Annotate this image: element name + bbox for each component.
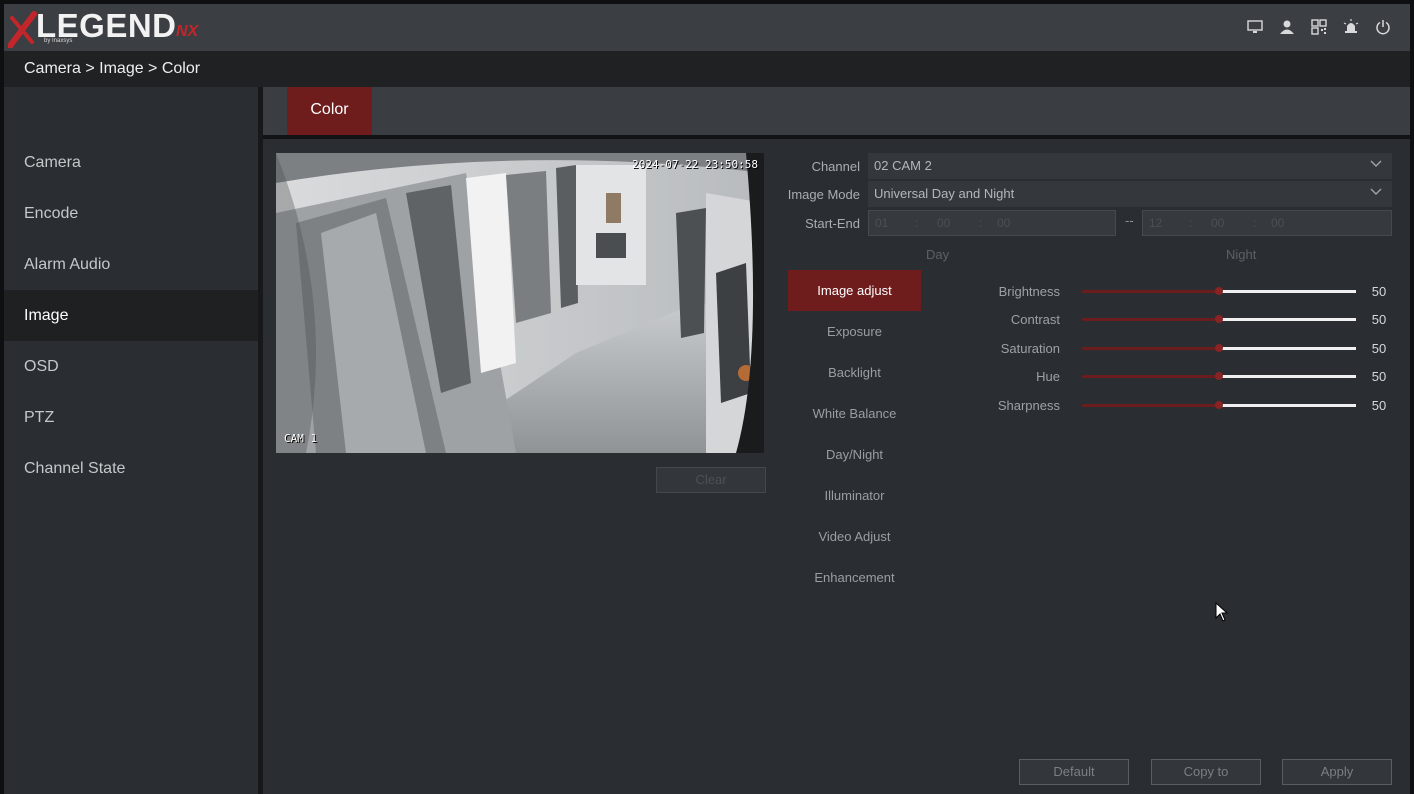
start-time-field[interactable]: 01 : 00 : 00 <box>868 210 1116 236</box>
slider-handle[interactable] <box>1215 401 1223 409</box>
day-label: Day <box>926 247 950 262</box>
start-end-label: Start-End <box>805 216 860 231</box>
time-separator: -- <box>1125 213 1134 228</box>
saturation-slider[interactable] <box>1082 344 1356 352</box>
logo-subtitle: by Inaxsys <box>44 38 73 44</box>
clear-button[interactable]: Clear <box>656 467 766 493</box>
hue-label: Hue <box>1036 369 1060 384</box>
breadcrumb: Camera > Image > Color <box>24 60 201 77</box>
qr-icon[interactable] <box>1310 18 1328 36</box>
contrast-value: 50 <box>1371 312 1387 327</box>
sidebar-item-osd[interactable]: OSD <box>4 341 258 392</box>
night-label: Night <box>1226 247 1257 262</box>
logo-x-mark <box>8 11 37 48</box>
time-colon: : <box>915 216 919 230</box>
channel-value: 02 CAM 2 <box>874 158 932 173</box>
sidebar-item-channel-state[interactable]: Channel State <box>4 443 258 494</box>
saturation-value: 50 <box>1371 341 1387 356</box>
slider-handle[interactable] <box>1215 372 1223 380</box>
copy-to-button[interactable]: Copy to <box>1151 759 1261 785</box>
time-colon: : <box>979 216 983 230</box>
submenu-exposure[interactable]: Exposure <box>788 311 921 352</box>
tab-strip: Color <box>263 87 1410 135</box>
time-colon: : <box>1253 216 1257 230</box>
chevron-down-icon <box>1370 188 1382 195</box>
start-hour: 01 <box>875 216 889 230</box>
sidebar-divider <box>258 87 263 794</box>
slider-handle[interactable] <box>1215 315 1223 323</box>
osd-camera-name: CAM 1 <box>284 432 318 445</box>
default-button[interactable]: Default <box>1019 759 1129 785</box>
logo-suffix: NX <box>176 23 199 40</box>
sidebar-item-alarm-audio[interactable]: Alarm Audio <box>4 239 258 290</box>
sidebar-item-ptz[interactable]: PTZ <box>4 392 258 443</box>
brightness-label: Brightness <box>998 284 1060 299</box>
time-colon: : <box>1189 216 1193 230</box>
submenu-illuminator[interactable]: Illuminator <box>788 475 921 516</box>
camera-scene <box>276 153 764 453</box>
hue-slider[interactable] <box>1082 372 1356 380</box>
submenu-enhancement[interactable]: Enhancement <box>788 557 921 598</box>
sidebar-item-camera[interactable]: Camera <box>4 137 258 188</box>
osd-timestamp: 2024-07-22 23:50:58 <box>632 158 758 171</box>
submenu-backlight[interactable]: Backlight <box>788 352 921 393</box>
contrast-slider[interactable] <box>1082 315 1356 323</box>
user-icon[interactable] <box>1278 18 1296 36</box>
tab-divider <box>263 135 1410 139</box>
image-mode-value: Universal Day and Night <box>874 186 1015 201</box>
nvr-window: LEGEND NX by Inaxsys Camera > Image > Co… <box>4 4 1410 794</box>
slider-handle[interactable] <box>1215 344 1223 352</box>
saturation-label: Saturation <box>1000 341 1060 356</box>
start-second: 00 <box>997 216 1011 230</box>
end-hour: 12 <box>1149 216 1163 230</box>
end-minute: 00 <box>1211 216 1225 230</box>
submenu-white-balance[interactable]: White Balance <box>788 393 921 434</box>
start-minute: 00 <box>937 216 951 230</box>
sharpness-label: Sharpness <box>997 398 1060 413</box>
apply-button[interactable]: Apply <box>1282 759 1392 785</box>
sharpness-value: 50 <box>1371 398 1387 413</box>
channel-select[interactable]: 02 CAM 2 <box>868 153 1392 179</box>
submenu-video-adjust[interactable]: Video Adjust <box>788 516 921 557</box>
alarm-icon[interactable] <box>1342 18 1360 36</box>
sidebar: Camera Encode Alarm Audio Image OSD PTZ … <box>4 87 258 794</box>
sidebar-item-image[interactable]: Image <box>4 290 258 341</box>
top-bar: LEGEND NX by Inaxsys <box>4 4 1410 51</box>
end-second: 00 <box>1271 216 1285 230</box>
monitor-icon[interactable] <box>1246 18 1264 36</box>
brightness-value: 50 <box>1371 284 1387 299</box>
image-mode-select[interactable]: Universal Day and Night <box>868 181 1392 207</box>
camera-preview[interactable]: 2024-07-22 23:50:58 CAM 1 <box>276 153 764 453</box>
logo: LEGEND NX by Inaxsys <box>8 7 228 48</box>
slider-handle[interactable] <box>1215 287 1223 295</box>
top-icons <box>1246 18 1392 36</box>
submenu-day-night[interactable]: Day/Night <box>788 434 921 475</box>
channel-label: Channel <box>811 159 860 174</box>
mouse-cursor-icon <box>1215 602 1229 622</box>
image-mode-label: Image Mode <box>787 187 860 202</box>
power-icon[interactable] <box>1374 18 1392 36</box>
sidebar-item-encode[interactable]: Encode <box>4 188 258 239</box>
end-time-field[interactable]: 12 : 00 : 00 <box>1142 210 1392 236</box>
tab-color[interactable]: Color <box>287 87 372 135</box>
contrast-label: Contrast <box>1010 312 1060 327</box>
breadcrumb-bar: Camera > Image > Color <box>4 51 1410 87</box>
brightness-slider[interactable] <box>1082 287 1356 295</box>
chevron-down-icon <box>1370 160 1382 167</box>
sharpness-slider[interactable] <box>1082 401 1356 409</box>
submenu-image-adjust[interactable]: Image adjust <box>788 270 921 311</box>
hue-value: 50 <box>1371 369 1387 384</box>
